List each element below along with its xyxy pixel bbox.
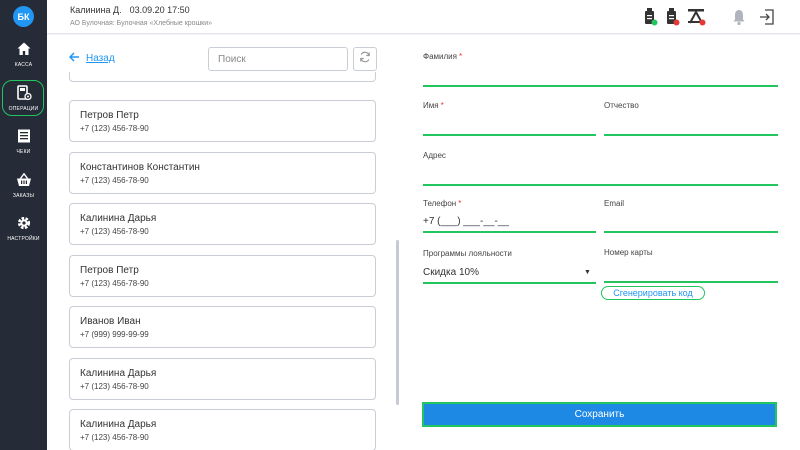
email-field[interactable]: Email [604,199,778,235]
field-label: Телефон * [423,199,462,208]
back-label: Назад [86,53,115,64]
field-value: +7 (___) ___-__-__ [423,216,509,227]
required-mark: * [440,101,444,110]
list-item[interactable]: Калинина Дарья +7 (123) 456-78-90 [69,203,376,245]
receipt-icon [16,128,32,144]
contact-name: Калинина Дарья [80,419,157,430]
card-number-field[interactable]: Номер карты [604,248,778,284]
sidebar: БК КАССА ОПЕРАЦИИ ЧЕКИ ЗАКАЗЫ НАСТРОЙКИ [0,0,47,450]
chevron-down-icon: ▼ [584,269,591,276]
operations-icon [16,85,32,101]
list-item[interactable]: Петров Петр +7 (123) 456-78-90 [69,100,376,142]
surname-field[interactable]: Фамилия * [423,52,778,88]
field-label: Программы лояльности [423,249,512,258]
save-button[interactable]: Сохранить [422,402,777,427]
contact-name: Калинина Дарья [80,213,157,224]
connection-error-icon[interactable] [687,8,707,26]
contact-name: Калинина Дарья [80,368,157,379]
home-icon [16,41,32,57]
refresh-icon [359,50,371,68]
refresh-button[interactable] [353,47,377,71]
field-value: Скидка 10% [423,267,479,278]
list-item[interactable]: Калинина Дарья +7 (123) 456-78-90 [69,409,376,450]
list-item[interactable]: Петров Петр +7 (123) 456-78-90 [69,255,376,297]
arrow-left-icon [68,52,80,65]
header-user-line: Калинина Д. 03.09.20 17:50 [70,5,190,15]
client-form [399,35,800,450]
contact-phone: +7 (123) 456-78-90 [80,433,149,442]
required-mark: * [458,199,462,208]
contact-list[interactable]: Петров Петр +7 (123) 456-78-90 Константи… [47,72,399,450]
field-label: Отчество [604,101,639,110]
list-item[interactable] [69,72,376,82]
header-datetime: 03.09.20 17:50 [129,5,190,15]
name-field[interactable]: Имя * [423,101,596,137]
field-label: Имя * [423,101,444,110]
field-underline [604,281,778,283]
field-label: Email [604,199,625,208]
list-item[interactable]: Иванов Иван +7 (999) 999-99-99 [69,306,376,348]
field-label: Адрес [423,151,446,160]
contact-phone: +7 (123) 456-78-90 [80,279,149,288]
field-label: Фамилия * [423,52,463,61]
contact-phone: +7 (123) 456-78-90 [80,382,149,391]
sidebar-item-orders[interactable]: ЗАКАЗЫ [0,172,47,212]
field-underline [604,231,778,233]
logout-icon[interactable] [759,8,775,26]
sidebar-item-label: ЧЕКИ [16,149,31,155]
basket-icon [16,172,32,188]
required-mark: * [458,52,463,61]
loyalty-select[interactable]: Программы лояльности Скидка 10% ▼ [423,249,596,285]
address-field[interactable]: Адрес [423,151,778,187]
contact-phone: +7 (123) 456-78-90 [80,124,149,133]
contact-name: Петров Петр [80,110,139,121]
user-name: Калинина Д. [70,5,122,15]
field-label: Номер карты [604,248,653,257]
gear-icon [16,215,32,231]
contact-name: Иванов Иван [80,316,141,327]
sidebar-item-label: НАСТРОЙКИ [7,236,40,242]
sidebar-item-receipts[interactable]: ЧЕКИ [0,128,47,168]
contact-phone: +7 (123) 456-78-90 [80,176,149,185]
back-link[interactable]: Назад [68,52,115,65]
search-input[interactable] [208,47,348,71]
contact-name: Петров Петр [80,265,139,276]
printer-ok-icon[interactable] [644,8,658,26]
logo: БК [13,6,34,27]
sidebar-item-settings[interactable]: НАСТРОЙКИ [0,215,47,255]
contacts-panel: Назад Петров Петр +7 (123) 456-78-90 Кон… [47,35,399,450]
header-org: АО Булочная: Булочная «Хлебные крошки» [70,20,213,27]
field-underline [423,184,778,186]
field-underline [423,231,596,233]
sidebar-item-operations[interactable]: ОПЕРАЦИИ [0,85,47,125]
header: Калинина Д. 03.09.20 17:50 АО Булочная: Б… [47,0,800,34]
contact-phone: +7 (123) 456-78-90 [80,227,149,236]
list-item[interactable]: Калинина Дарья +7 (123) 456-78-90 [69,358,376,400]
field-underline [423,134,596,136]
sidebar-item-label: КАССА [14,62,33,68]
sidebar-item-label: ОПЕРАЦИИ [8,106,39,112]
printer-error-icon[interactable] [666,8,680,26]
field-underline [423,282,596,284]
generate-code-button[interactable]: Сгенерировать код [601,286,705,300]
bell-icon[interactable] [732,8,746,26]
contact-phone: +7 (999) 999-99-99 [80,330,149,339]
contact-name: Константинов Константин [80,162,200,173]
field-underline [423,85,778,87]
patronymic-field[interactable]: Отчество [604,101,778,137]
sidebar-item-kassa[interactable]: КАССА [0,41,47,81]
phone-field[interactable]: Телефон * +7 (___) ___-__-__ [423,199,596,235]
sidebar-item-label: ЗАКАЗЫ [12,193,35,199]
list-item[interactable]: Константинов Константин +7 (123) 456-78-… [69,152,376,194]
field-underline [604,134,778,136]
